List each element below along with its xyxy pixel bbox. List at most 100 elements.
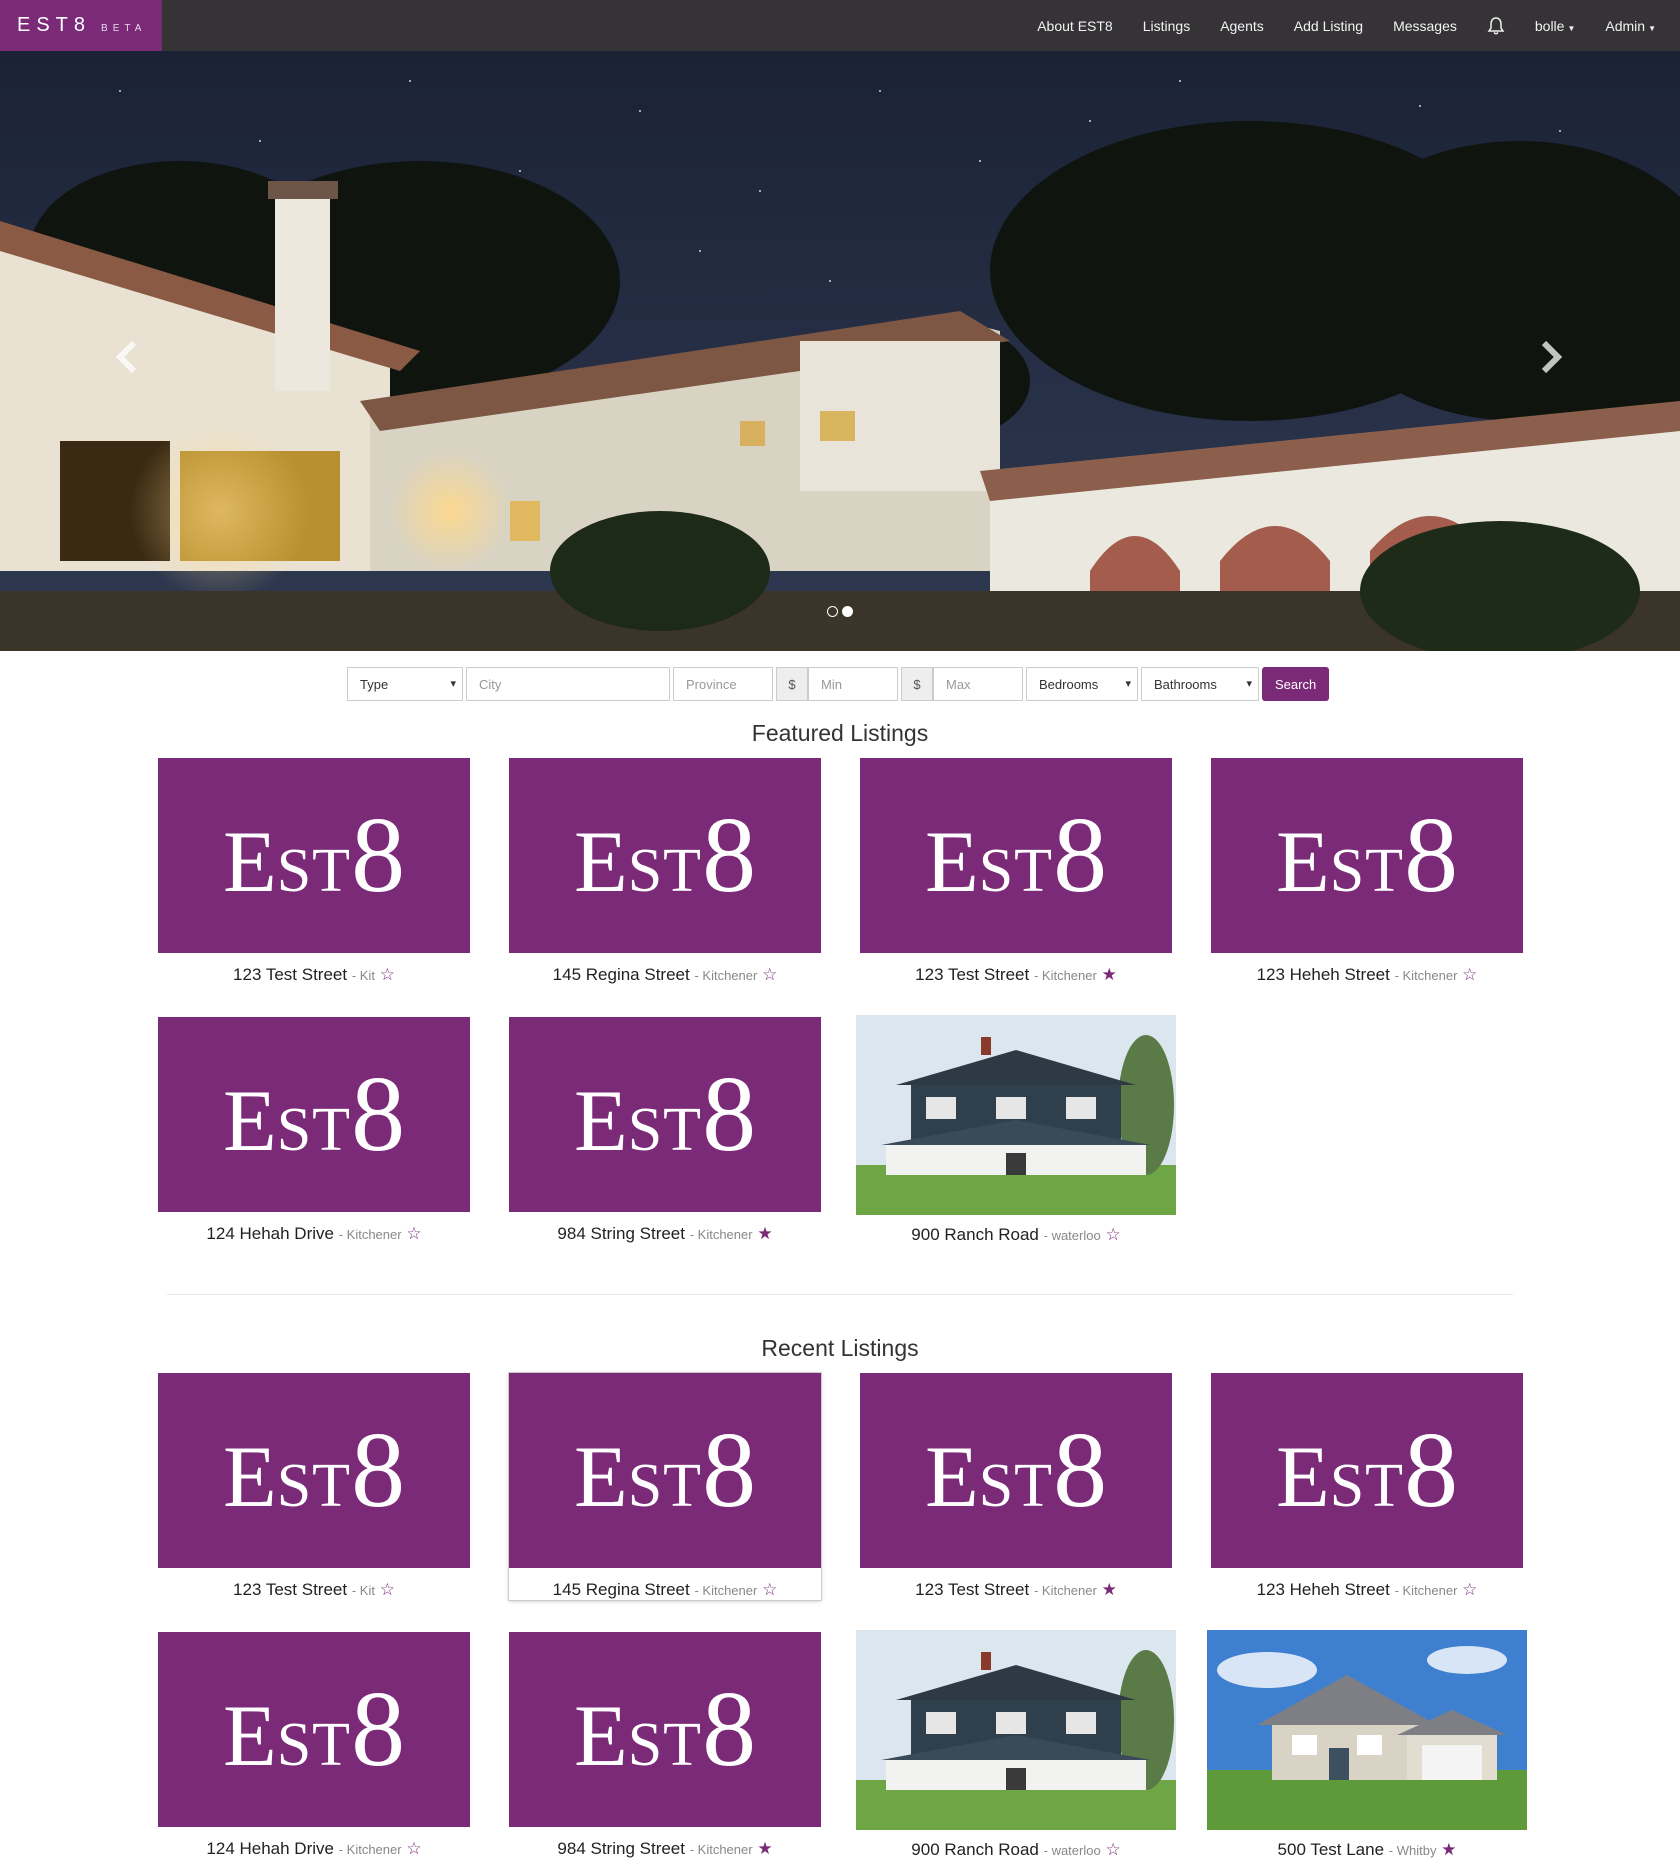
star-outline-icon[interactable]: ☆ bbox=[762, 1580, 777, 1599]
listing-image[interactable]: EST8 bbox=[860, 758, 1172, 953]
listing-caption: 500 Test Lane - Whitby ★ bbox=[1211, 1840, 1523, 1860]
listing-card[interactable]: EST8 145 Regina Street - Kitchener ☆ bbox=[509, 1373, 821, 1600]
listing-card[interactable]: EST8 123 Test Street - Kit ☆ bbox=[158, 1373, 470, 1600]
max-price-input[interactable]: Max bbox=[933, 667, 1023, 701]
star-filled-icon[interactable]: ★ bbox=[1441, 1840, 1456, 1859]
carousel-dot[interactable] bbox=[842, 606, 853, 617]
listing-card[interactable]: EST8 124 Hehah Drive - Kitchener ☆ bbox=[158, 1017, 470, 1244]
nav-agents[interactable]: Agents bbox=[1220, 18, 1264, 34]
listing-card[interactable]: EST8 123 Heheh Street - Kitchener ☆ bbox=[1211, 758, 1523, 985]
nav-listings[interactable]: Listings bbox=[1143, 18, 1190, 34]
listing-address[interactable]: 145 Regina Street bbox=[553, 965, 690, 984]
listing-card[interactable]: EST8 123 Test Street - Kit ☆ bbox=[158, 758, 470, 985]
city-input[interactable]: City bbox=[466, 667, 670, 701]
carousel-indicators bbox=[827, 606, 853, 617]
listing-card[interactable]: EST8 123 Heheh Street - Kitchener ☆ bbox=[1211, 1373, 1523, 1600]
admin-menu[interactable]: Admin ▼ bbox=[1605, 18, 1656, 34]
star-filled-icon[interactable]: ★ bbox=[757, 1224, 772, 1243]
carousel-prev-icon[interactable] bbox=[108, 337, 148, 377]
bell-icon[interactable] bbox=[1487, 16, 1505, 36]
listing-address[interactable]: 984 String Street bbox=[557, 1224, 685, 1243]
listing-image[interactable]: EST8 bbox=[158, 1017, 470, 1212]
listing-image[interactable]: EST8 bbox=[509, 1373, 821, 1568]
listing-image[interactable]: EST8 bbox=[158, 1373, 470, 1568]
listing-image[interactable]: EST8 bbox=[1211, 758, 1523, 953]
listing-city: - Kitchener bbox=[689, 1227, 753, 1242]
province-input[interactable]: Province bbox=[673, 667, 773, 701]
listing-address[interactable]: 900 Ranch Road bbox=[911, 1225, 1039, 1244]
listing-image[interactable]: EST8 bbox=[860, 1373, 1172, 1568]
est8-logo: EST8 bbox=[222, 1054, 406, 1174]
listing-address[interactable]: 123 Test Street bbox=[915, 965, 1029, 984]
listing-address[interactable]: 123 Heheh Street bbox=[1257, 1580, 1390, 1599]
star-outline-icon[interactable]: ☆ bbox=[380, 965, 395, 984]
listing-card[interactable]: 900 Ranch Road - waterloo ☆ bbox=[856, 1630, 1176, 1860]
listing-city: - Kitchener bbox=[338, 1227, 402, 1242]
listing-caption: 900 Ranch Road - waterloo ☆ bbox=[860, 1225, 1172, 1245]
listing-address[interactable]: 123 Test Street bbox=[915, 1580, 1029, 1599]
search-button[interactable]: Search bbox=[1262, 667, 1330, 701]
star-outline-icon[interactable]: ☆ bbox=[380, 1580, 395, 1599]
house-photo bbox=[1207, 1630, 1527, 1830]
listing-address[interactable]: 123 Test Street bbox=[233, 965, 347, 984]
bathrooms-select[interactable]: Bathrooms bbox=[1141, 667, 1259, 701]
star-outline-icon[interactable]: ☆ bbox=[1105, 1840, 1120, 1859]
listing-card[interactable]: EST8 123 Test Street - Kitchener ★ bbox=[860, 1373, 1172, 1600]
user-menu[interactable]: bolle ▼ bbox=[1535, 18, 1576, 34]
listing-card[interactable]: EST8 123 Test Street - Kitchener ★ bbox=[860, 758, 1172, 985]
listing-image[interactable] bbox=[1207, 1630, 1527, 1830]
listing-card[interactable]: EST8 145 Regina Street - Kitchener ☆ bbox=[509, 758, 821, 985]
listing-address[interactable]: 500 Test Lane bbox=[1278, 1840, 1385, 1859]
listing-city: - waterloo bbox=[1043, 1228, 1101, 1243]
listing-image[interactable] bbox=[856, 1015, 1176, 1215]
bedrooms-select[interactable]: Bedrooms bbox=[1026, 667, 1138, 701]
carousel-dot[interactable] bbox=[827, 606, 838, 617]
listing-city: - Kitchener bbox=[1033, 1583, 1097, 1598]
star-outline-icon[interactable]: ☆ bbox=[406, 1224, 421, 1243]
listing-card[interactable]: EST8 984 String Street - Kitchener ★ bbox=[509, 1632, 821, 1859]
star-outline-icon[interactable]: ☆ bbox=[406, 1839, 421, 1858]
brand-logo[interactable]: EST8 BETA bbox=[0, 0, 162, 51]
listing-image[interactable]: EST8 bbox=[509, 1017, 821, 1212]
star-filled-icon[interactable]: ★ bbox=[1102, 965, 1117, 984]
carousel-next-icon[interactable] bbox=[1530, 337, 1570, 377]
type-select[interactable]: Type bbox=[347, 667, 463, 701]
min-price-input[interactable]: Min bbox=[808, 667, 898, 701]
listing-image[interactable]: EST8 bbox=[158, 758, 470, 953]
house-photo bbox=[856, 1015, 1176, 1215]
listing-caption: 123 Test Street - Kit ☆ bbox=[158, 1580, 470, 1600]
listing-address[interactable]: 123 Test Street bbox=[233, 1580, 347, 1599]
max-currency-addon: $ bbox=[901, 667, 933, 701]
listing-address[interactable]: 984 String Street bbox=[557, 1839, 685, 1858]
brand-name: EST8 bbox=[17, 14, 92, 36]
listing-address[interactable]: 145 Regina Street bbox=[553, 1580, 690, 1599]
nav-messages[interactable]: Messages bbox=[1393, 18, 1457, 34]
listing-image[interactable]: EST8 bbox=[1211, 1373, 1523, 1568]
listing-image[interactable] bbox=[856, 1630, 1176, 1830]
listing-card[interactable]: 500 Test Lane - Whitby ★ bbox=[1207, 1630, 1527, 1860]
star-outline-icon[interactable]: ☆ bbox=[762, 965, 777, 984]
listing-address[interactable]: 900 Ranch Road bbox=[911, 1840, 1039, 1859]
listing-card[interactable]: 900 Ranch Road - waterloo ☆ bbox=[856, 1015, 1176, 1245]
star-filled-icon[interactable]: ★ bbox=[757, 1839, 772, 1858]
listing-address[interactable]: 124 Hehah Drive bbox=[206, 1839, 334, 1858]
listing-address[interactable]: 123 Heheh Street bbox=[1257, 965, 1390, 984]
chevron-down-icon: ▼ bbox=[1567, 23, 1576, 33]
star-outline-icon[interactable]: ☆ bbox=[1462, 1580, 1477, 1599]
listing-city: - Kitchener bbox=[1394, 968, 1458, 983]
listing-image[interactable]: EST8 bbox=[509, 758, 821, 953]
listing-address[interactable]: 124 Hehah Drive bbox=[206, 1224, 334, 1243]
brand-tag: BETA bbox=[101, 23, 147, 34]
star-outline-icon[interactable]: ☆ bbox=[1105, 1225, 1120, 1244]
listing-image[interactable]: EST8 bbox=[158, 1632, 470, 1827]
nav-add-listing[interactable]: Add Listing bbox=[1294, 18, 1363, 34]
listing-card[interactable]: EST8 124 Hehah Drive - Kitchener ☆ bbox=[158, 1632, 470, 1859]
listing-caption: 123 Test Street - Kit ☆ bbox=[158, 965, 470, 985]
navbar: EST8 BETA About EST8 Listings Agents Add… bbox=[0, 0, 1680, 51]
listing-city: - Kitchener bbox=[338, 1842, 402, 1857]
listing-image[interactable]: EST8 bbox=[509, 1632, 821, 1827]
listing-card[interactable]: EST8 984 String Street - Kitchener ★ bbox=[509, 1017, 821, 1244]
star-filled-icon[interactable]: ★ bbox=[1102, 1580, 1117, 1599]
star-outline-icon[interactable]: ☆ bbox=[1462, 965, 1477, 984]
nav-about[interactable]: About EST8 bbox=[1037, 18, 1113, 34]
